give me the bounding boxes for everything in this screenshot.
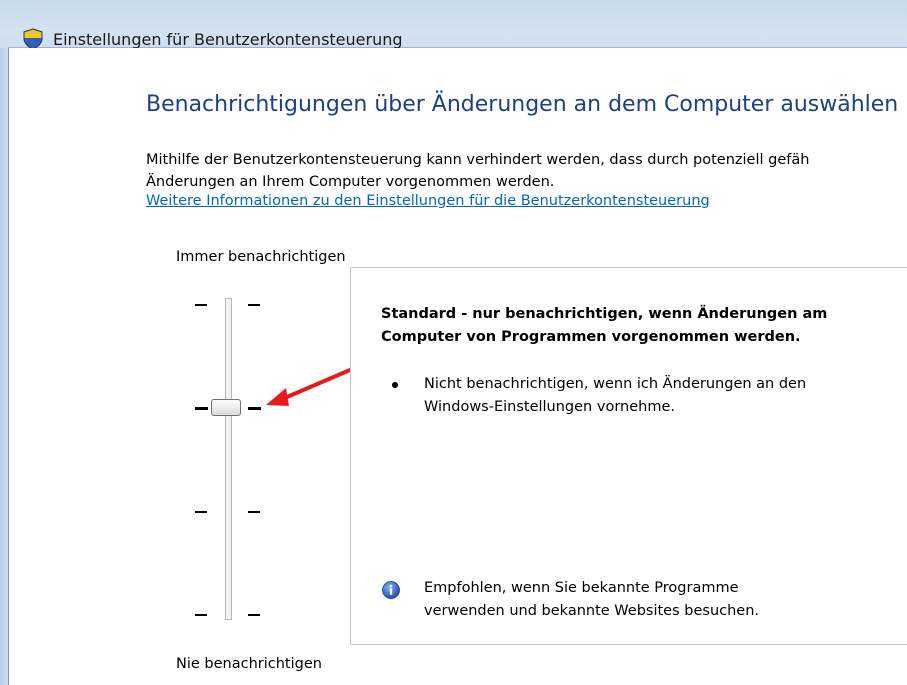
slider-tick-left-3 [195, 511, 207, 513]
window-title: Einstellungen für Benutzerkontensteuerun… [53, 30, 403, 49]
notification-level-slider[interactable] [190, 292, 270, 624]
slider-tick-left-4 [195, 614, 207, 616]
slider-tick-left-1 [195, 304, 207, 306]
uac-shield-icon [22, 28, 44, 50]
bullet-line-2: Windows-Einstellungen vornehme. [424, 399, 675, 415]
bullet-line-1: Nicht benachrichtigen, wenn ich Änderung… [424, 376, 807, 392]
description-line-1: Mithilfe der Benutzerkontensteuerung kan… [146, 152, 810, 168]
more-info-link[interactable]: Weitere Informationen zu den Einstellung… [146, 193, 710, 209]
uac-settings-window: Einstellungen für Benutzerkontensteuerun… [0, 0, 907, 685]
slider-tick-right-2 [248, 407, 261, 410]
annotation-arrow [262, 362, 362, 412]
slider-thumb[interactable] [211, 399, 241, 416]
level-description-panel: Standard - nur benachrichtigen, wenn Änd… [350, 267, 907, 645]
panel-title-line-1: Standard - nur benachrichtigen, wenn Änd… [381, 306, 828, 322]
slider-track[interactable] [225, 298, 232, 620]
description: Mithilfe der Benutzerkontensteuerung kan… [146, 149, 809, 193]
bullet-icon [392, 382, 398, 388]
slider-tick-right-4 [248, 614, 260, 616]
panel-title-line-2: Computer von Programmen vorgenommen werd… [381, 329, 801, 345]
description-line-2: Änderungen an Ihrem Computer vorgenommen… [146, 174, 555, 190]
bullet-text: Nicht benachrichtigen, wenn ich Änderung… [424, 373, 806, 419]
slider-tick-right-3 [248, 511, 260, 513]
recommendation-line-1: Empfohlen, wenn Sie bekannte Programme [424, 580, 739, 596]
slider-top-label: Immer benachrichtigen [176, 249, 346, 265]
window-frame-left [0, 48, 8, 685]
recommendation-line-2: verwenden und bekannte Websites besuchen… [424, 603, 760, 619]
info-icon [382, 581, 400, 599]
slider-bottom-label: Nie benachrichtigen [176, 656, 322, 672]
panel-title: Standard - nur benachrichtigen, wenn Änd… [381, 303, 827, 349]
recommendation-text: Empfohlen, wenn Sie bekannte Programme v… [424, 577, 759, 623]
page-heading: Benachrichtigungen über Änderungen an de… [146, 92, 899, 117]
slider-tick-left-2 [195, 407, 208, 410]
slider-tick-right-1 [248, 304, 260, 306]
